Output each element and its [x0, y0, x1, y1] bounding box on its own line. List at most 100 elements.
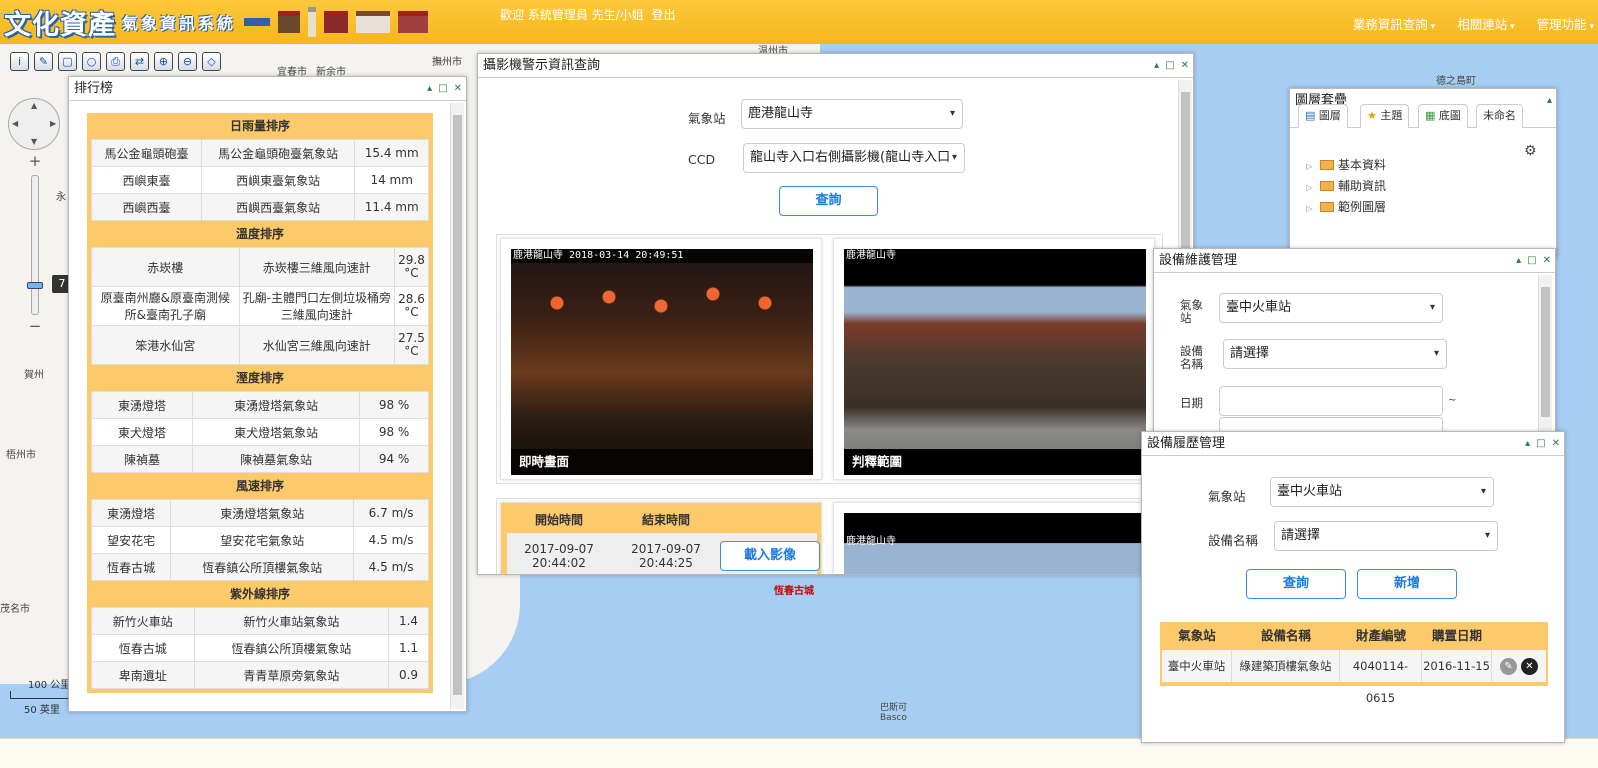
- tower-icon: [308, 7, 317, 37]
- square-icon[interactable]: ▢: [58, 52, 77, 71]
- history-panel: 設備履歷管理 ▴□ ✕ 氣象站 臺中火車站 設備名稱 請選擇 查詢 新增 氣象站 …: [1141, 431, 1565, 743]
- table-row[interactable]: 東湧燈塔 東湧燈塔氣象站 98 %: [90, 391, 429, 419]
- map-label: 梧州市: [6, 450, 36, 461]
- settings-icon[interactable]: ⚙: [1524, 143, 1537, 159]
- load-image-button[interactable]: 載入影像: [720, 541, 820, 571]
- collapse-icon[interactable]: ▴: [427, 77, 432, 101]
- station-select[interactable]: 鹿港龍山寺: [741, 99, 963, 129]
- device-select[interactable]: 請選擇: [1274, 521, 1498, 551]
- close-icon[interactable]: ✕: [454, 77, 462, 101]
- date-start-input[interactable]: [1219, 386, 1443, 416]
- zoom-in-icon[interactable]: ⊕: [154, 52, 173, 71]
- image-timestamp: 鹿港龍山寺 2018-03-14 20:49:51: [511, 249, 813, 263]
- tab-layers[interactable]: ▤ 圖層: [1298, 104, 1348, 128]
- table-row[interactable]: 笨港水仙宮 水仙宮三維風向速計 27.5 °C: [91, 325, 429, 365]
- layer-item[interactable]: ▷ 基本資料: [1306, 155, 1386, 176]
- site-cell: 馬公金龜頭砲臺: [91, 139, 202, 167]
- zoom-minus-button[interactable]: −: [26, 318, 44, 336]
- pan-up-icon[interactable]: ▲: [31, 101, 37, 110]
- welcome-bar: 歡迎 系統管理員 先生/小姐 登出: [500, 6, 680, 23]
- zoom-plus-button[interactable]: +: [26, 153, 44, 171]
- panel-header: 攝影機警示資訊查詢 ▴ □ ✕: [478, 54, 1193, 78]
- collapse-icon[interactable]: ▴: [1547, 89, 1552, 113]
- table-row[interactable]: 臺中火車站 綠建築頂樓氣象站 4040114-0615 2016-11-15 ✎…: [1162, 650, 1546, 705]
- table-row[interactable]: 陳禎墓 陳禎墓氣象站 94 %: [90, 445, 429, 473]
- temple-icon: [278, 11, 301, 33]
- logout-link[interactable]: 登出: [652, 8, 676, 22]
- table-row[interactable]: 望安花宅 望安花宅氣象站 4.5 m/s: [90, 526, 429, 554]
- scrollbar[interactable]: [1538, 275, 1552, 435]
- logo-sub-text: 氣象資訊系統: [122, 14, 237, 33]
- nav-admin[interactable]: 管理功能: [1537, 14, 1594, 33]
- value-cell: 29.8 °C: [394, 247, 429, 287]
- collapse-icon[interactable]: ▴: [1525, 432, 1530, 456]
- tab-theme[interactable]: ★ 主題: [1360, 104, 1410, 128]
- add-button[interactable]: 新增: [1357, 569, 1457, 599]
- ranking-section-title: 溫度排序: [91, 221, 429, 247]
- table-row[interactable]: 東湧燈塔 東湧燈塔氣象站 6.7 m/s: [90, 499, 429, 527]
- scrollbar[interactable]: [450, 103, 464, 709]
- pencil-icon[interactable]: ✎: [34, 52, 53, 71]
- maximize-icon[interactable]: □: [1536, 432, 1545, 456]
- collapse-icon[interactable]: ▴: [1154, 54, 1159, 78]
- close-icon[interactable]: ✕: [1543, 249, 1551, 273]
- query-button[interactable]: 查詢: [1246, 569, 1346, 599]
- station-cell: 東湧燈塔氣象站: [170, 499, 355, 527]
- zoom-out-icon[interactable]: ⊖: [178, 52, 197, 71]
- ranking-table: 東湧燈塔 東湧燈塔氣象站 6.7 m/s 望安花宅 望安花宅氣象站 4.5 m/s 恆春古城…: [90, 499, 429, 581]
- table-row[interactable]: 新竹火車站 新竹火車站氣象站 1.4: [91, 607, 429, 635]
- map-label: 巴斯可 Basco: [880, 703, 908, 723]
- pan-right-icon[interactable]: ▶: [50, 119, 56, 128]
- swap-icon[interactable]: ⇄: [130, 52, 149, 71]
- station-select[interactable]: 臺中火車站: [1270, 477, 1494, 507]
- layer-item[interactable]: ▷ 範例圖層: [1306, 197, 1386, 218]
- table-row[interactable]: 赤崁樓 赤崁樓三維風向速計 29.8 °C: [91, 247, 429, 287]
- map-marker-label[interactable]: 恆春古城: [774, 582, 814, 597]
- ranking-section-title: 紫外線排序: [91, 581, 429, 607]
- delete-icon[interactable]: ✕: [1521, 657, 1538, 675]
- table-row[interactable]: 東犬燈塔 東犬燈塔氣象站 98 %: [90, 418, 429, 446]
- table-row[interactable]: 馬公金龜頭砲臺 馬公金龜頭砲臺氣象站 15.4 mm: [91, 139, 429, 167]
- table-row[interactable]: 西嶼東臺 西嶼東臺氣象站 14 mm: [91, 166, 429, 194]
- site-cell: 原臺南州廳&原臺南測候所&臺南孔子廟: [91, 286, 240, 326]
- eraser-icon[interactable]: ◇: [202, 52, 221, 71]
- info-icon[interactable]: i: [10, 52, 29, 71]
- edit-icon[interactable]: ✎: [1500, 657, 1517, 675]
- device-select[interactable]: 請選擇: [1223, 339, 1447, 369]
- tab-basemap[interactable]: ▦ 底圖: [1418, 104, 1468, 128]
- col-device: 設備名稱: [1260, 628, 1311, 643]
- table-row[interactable]: 恆春古城 恆春鎮公所頂樓氣象站 4.5 m/s: [90, 553, 429, 581]
- maximize-icon[interactable]: □: [438, 77, 447, 101]
- zoom-slider-handle[interactable]: [27, 282, 43, 289]
- table-row[interactable]: 西嶼西臺 西嶼西臺氣象站 11.4 mm: [91, 193, 429, 221]
- station-label: 氣象站: [1208, 489, 1246, 504]
- collapse-icon[interactable]: ▴: [1516, 249, 1521, 273]
- station-cell: 馬公金龜頭砲臺氣象站: [200, 139, 356, 167]
- circle-icon[interactable]: ○: [82, 52, 101, 71]
- pan-control[interactable]: ▲ ▼ ◀ ▶: [8, 98, 60, 150]
- nav-related-links[interactable]: 相關連站: [1457, 14, 1514, 33]
- nav-business-query[interactable]: 業務資訊查詢: [1353, 14, 1435, 33]
- history-image[interactable]: 鹿港龍山寺: [844, 513, 1146, 574]
- station-select[interactable]: 臺中火車站: [1219, 293, 1443, 323]
- maximize-icon[interactable]: □: [1165, 54, 1174, 78]
- site-cell: 新竹火車站: [91, 607, 195, 635]
- layer-item[interactable]: ▷ 輔助資訊: [1306, 176, 1386, 197]
- maximize-icon[interactable]: □: [1527, 249, 1536, 273]
- zoom-slider[interactable]: [31, 175, 39, 315]
- live-image[interactable]: 鹿港龍山寺 2018-03-14 20:49:51 即時畫面: [511, 249, 813, 475]
- query-button[interactable]: 查詢: [779, 186, 878, 216]
- ranking-table: 馬公金龜頭砲臺 馬公金龜頭砲臺氣象站 15.4 mm 西嶼東臺 西嶼東臺氣象站 14 mm…: [91, 139, 429, 221]
- pan-down-icon[interactable]: ▼: [31, 137, 37, 146]
- ccd-select[interactable]: 龍山寺入口右側攝影機(龍山寺入口: [743, 143, 965, 173]
- close-icon[interactable]: ✕: [1181, 54, 1189, 78]
- site-cell: 東湧燈塔: [90, 499, 172, 527]
- print-icon[interactable]: ⎙: [106, 52, 125, 71]
- pan-left-icon[interactable]: ◀: [12, 119, 18, 128]
- close-icon[interactable]: ✕: [1552, 432, 1560, 456]
- tab-unnamed[interactable]: 未命名: [1476, 104, 1523, 128]
- table-row[interactable]: 卑南遺址 青青草原旁氣象站 0.9: [91, 661, 429, 689]
- analysis-image[interactable]: 鹿港龍山寺 判釋範圍: [844, 249, 1146, 475]
- table-row[interactable]: 原臺南州廳&原臺南測候所&臺南孔子廟 孔廟-主體門口左側垃圾桶旁三維風向速計 28.…: [91, 286, 429, 326]
- table-row[interactable]: 恆春古城 恆春鎮公所頂樓氣象站 1.1: [91, 634, 429, 662]
